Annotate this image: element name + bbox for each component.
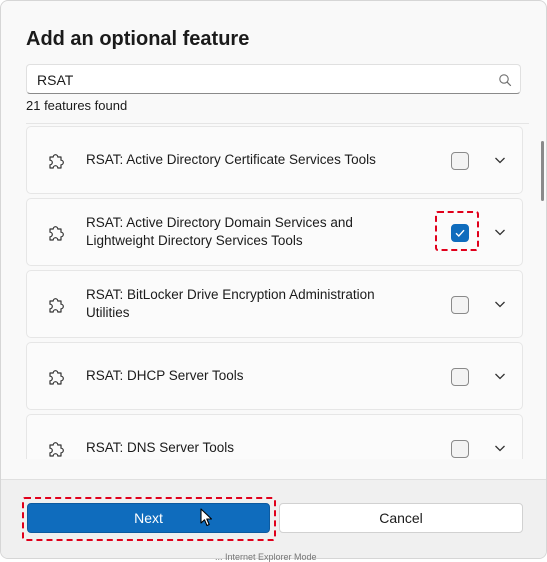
add-optional-feature-dialog: Add an optional feature 21 features foun… [0,0,547,559]
feature-item[interactable]: RSAT: DNS Server Tools [26,414,523,459]
search-input[interactable] [37,71,477,89]
feature-label: RSAT: DHCP Server Tools [86,368,244,383]
puzzle-icon [49,298,64,313]
highlight-annotation [22,497,276,541]
puzzle-icon [49,442,64,457]
feature-checkbox[interactable] [451,296,469,314]
feature-checkbox[interactable] [451,152,469,170]
chevron-down-icon[interactable] [494,371,506,381]
feature-item[interactable]: RSAT: BitLocker Drive Encryption Adminis… [26,270,523,338]
feature-checkbox[interactable] [451,440,469,458]
background-window-text: ... Internet Explorer Mode [215,552,317,562]
puzzle-icon [49,226,64,241]
list-scrollbar[interactable] [541,141,544,201]
feature-item[interactable]: RSAT: DHCP Server Tools [26,342,523,410]
feature-item[interactable]: RSAT: Active Directory Certificate Servi… [26,126,523,194]
chevron-down-icon[interactable] [494,443,506,453]
search-icon [499,74,512,87]
mouse-cursor-icon [200,508,213,527]
feature-list[interactable]: RSAT: Active Directory Certificate Servi… [26,123,529,459]
feature-checkbox[interactable] [451,368,469,386]
cancel-button[interactable]: Cancel [279,503,523,533]
chevron-down-icon[interactable] [494,155,506,165]
feature-label: RSAT: DNS Server Tools [86,440,235,455]
chevron-down-icon[interactable] [494,227,506,237]
highlight-annotation [435,211,479,251]
puzzle-icon [49,370,64,385]
puzzle-icon [49,154,64,169]
feature-label: RSAT: Active Directory Certificate Servi… [86,152,376,167]
chevron-down-icon[interactable] [494,299,506,309]
results-count: 21 features found [26,98,128,113]
search-box[interactable] [26,64,521,94]
dialog-title: Add an optional feature [26,28,250,50]
feature-label: RSAT: BitLocker Drive Encryption Adminis… [86,287,375,320]
feature-label: RSAT: Active Directory Domain Services a… [86,215,353,248]
